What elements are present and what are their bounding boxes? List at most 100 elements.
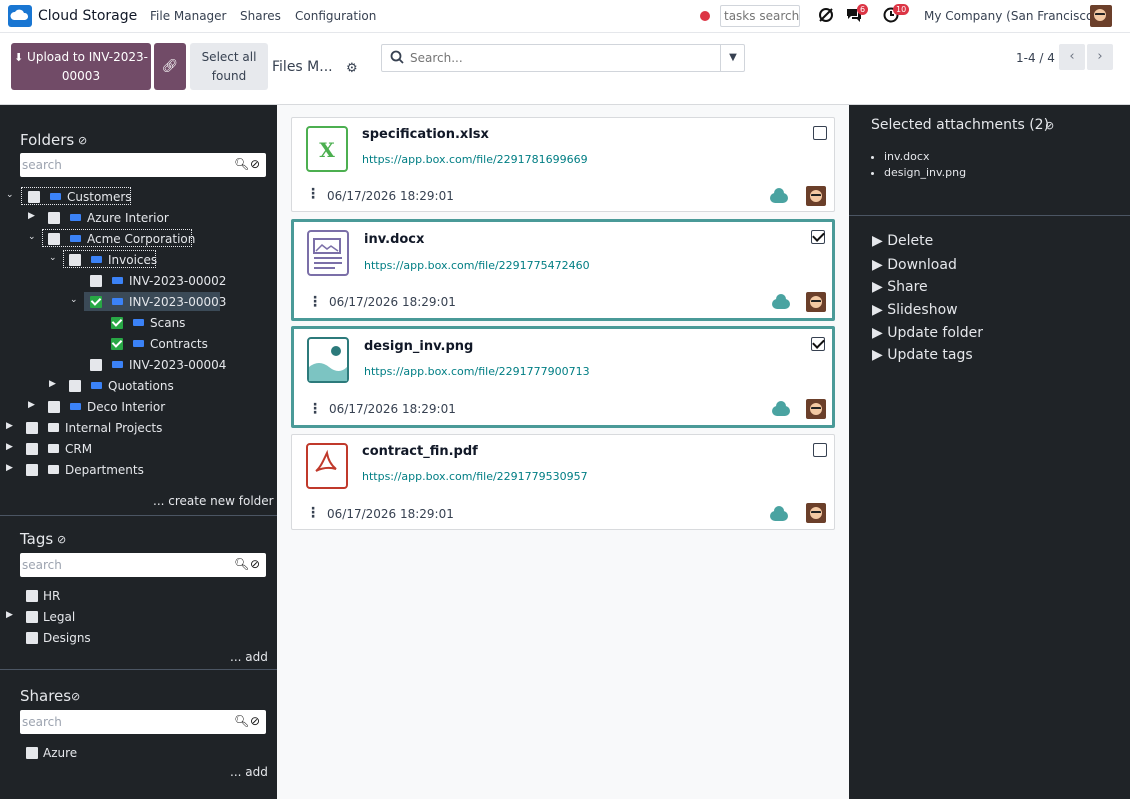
folders-clear-icon[interactable]: ⊘ [250, 157, 260, 171]
file-url[interactable]: https://app.box.com/file/2291775472460 [364, 259, 590, 272]
expand-icon[interactable]: ▶ [6, 463, 13, 473]
tree-item-deco-interior[interactable]: ▶ Deco Interior [28, 397, 168, 417]
customers-checkbox[interactable] [28, 191, 40, 203]
more-options-icon[interactable]: ⋮ [308, 294, 322, 310]
departments-checkbox[interactable] [26, 464, 38, 476]
tree-item-azure-interior[interactable]: ▶ Azure Interior [28, 208, 208, 228]
deco-interior-checkbox[interactable] [48, 401, 60, 413]
owner-avatar[interactable] [806, 186, 826, 206]
shares-search-icon[interactable]: 🔍︎ [234, 714, 249, 728]
selected-attachment-item[interactable]: inv.docx [884, 150, 966, 163]
file-select-checkbox[interactable] [813, 443, 827, 457]
share-item-azure[interactable]: Azure [6, 743, 106, 763]
action-slideshow[interactable]: ▶ Slideshow [872, 302, 958, 318]
hr-checkbox[interactable] [26, 590, 38, 602]
shares-add-link[interactable]: ... add [230, 765, 268, 779]
selected-attachment-item[interactable]: design_inv.png [884, 166, 966, 179]
more-options-icon[interactable]: ⋮ [306, 505, 320, 521]
expand-icon[interactable]: ▶ [49, 379, 56, 389]
file-name[interactable]: inv.docx [364, 232, 424, 247]
pager-next-button[interactable]: › [1087, 44, 1113, 70]
tree-item-invoices[interactable]: ⌄ Invoices [49, 250, 159, 270]
tasks-search-input[interactable] [720, 5, 800, 27]
file-card[interactable]: inv.docx https://app.box.com/file/229177… [291, 219, 835, 321]
expand-icon[interactable]: ▶ [6, 610, 13, 620]
more-options-icon[interactable]: ⋮ [308, 401, 322, 417]
tree-item-acme-corporation[interactable]: ⌄ Acme Corporation [28, 229, 198, 249]
legal-checkbox[interactable] [26, 611, 38, 623]
owner-avatar[interactable] [806, 399, 826, 419]
inv-2023-00002-checkbox[interactable] [90, 275, 102, 287]
inv-2023-00003-checkbox[interactable] [90, 296, 102, 308]
collapse-icon[interactable]: ⌄ [49, 253, 57, 263]
tag-item-hr[interactable]: HR [6, 586, 106, 606]
file-name[interactable]: design_inv.png [364, 339, 473, 354]
upload-button[interactable]: ⬇ Upload to INV-2023-00003 [11, 43, 151, 90]
tree-item-crm[interactable]: ▶ CRM [6, 439, 106, 459]
expand-icon[interactable]: ▶ [6, 421, 13, 431]
file-card[interactable]: X specification.xlsx https://app.box.com… [291, 117, 835, 212]
tag-item-designs[interactable]: Designs [6, 628, 106, 648]
shares-help-icon[interactable]: ⊘ [71, 690, 80, 703]
tags-search-icon[interactable]: 🔍︎ [234, 557, 249, 571]
owner-avatar[interactable] [806, 503, 826, 523]
selection-help-icon[interactable]: ⊘ [1045, 119, 1054, 132]
folders-search-icon[interactable]: 🔍︎ [234, 157, 249, 171]
action-download[interactable]: ▶ Download [872, 257, 957, 273]
bug-icon[interactable] [817, 6, 835, 24]
tree-item-internal-projects[interactable]: ▶ Internal Projects [6, 418, 166, 438]
internal-projects-checkbox[interactable] [26, 422, 38, 434]
tree-item-quotations[interactable]: ▶ Quotations [49, 376, 179, 396]
action-update-folder[interactable]: ▶ Update folder [872, 325, 983, 341]
create-folder-link[interactable]: ... create new folder [153, 494, 274, 508]
expand-icon[interactable]: ▶ [6, 442, 13, 452]
nav-shares[interactable]: Shares [240, 9, 281, 23]
company-switcher[interactable]: My Company (San Francisco) [924, 9, 1098, 23]
nav-configuration[interactable]: Configuration [295, 9, 376, 23]
file-name[interactable]: contract_fin.pdf [362, 444, 478, 459]
scans-checkbox[interactable] [111, 317, 123, 329]
user-avatar[interactable] [1090, 5, 1112, 27]
file-card[interactable]: contract_fin.pdf https://app.box.com/fil… [291, 434, 835, 530]
file-select-checkbox[interactable] [811, 337, 825, 351]
folders-help-icon[interactable]: ⊘ [78, 134, 87, 147]
search-toggle-button[interactable]: ▼ [720, 45, 745, 71]
expand-icon[interactable]: ▶ [28, 400, 35, 410]
folders-search-input[interactable] [22, 156, 222, 174]
file-url[interactable]: https://app.box.com/file/2291777900713 [364, 365, 590, 378]
expand-icon[interactable]: ▶ [28, 211, 35, 221]
tree-item-inv-2023-00002[interactable]: INV-2023-00002 [70, 271, 230, 291]
settings-gear-icon[interactable]: ⚙ [346, 61, 358, 76]
tags-search-input[interactable] [22, 556, 222, 574]
invoices-checkbox[interactable] [69, 254, 81, 266]
tree-item-scans[interactable]: Scans [91, 313, 191, 333]
action-share[interactable]: ▶ Share [872, 279, 928, 295]
link-button[interactable]: 🔗︎ [154, 43, 186, 90]
collapse-icon[interactable]: ⌄ [70, 295, 78, 305]
more-options-icon[interactable]: ⋮ [306, 186, 320, 202]
tree-item-departments[interactable]: ▶ Departments [6, 460, 146, 480]
select-all-button[interactable]: Select all found [190, 43, 268, 90]
designs-checkbox[interactable] [26, 632, 38, 644]
action-update-tags[interactable]: ▶ Update tags [872, 347, 973, 363]
tags-add-link[interactable]: ... add [230, 650, 268, 664]
file-url[interactable]: https://app.box.com/file/2291781699669 [362, 153, 588, 166]
shares-search-input[interactable] [22, 713, 222, 731]
file-name[interactable]: specification.xlsx [362, 127, 489, 142]
contracts-checkbox[interactable] [111, 338, 123, 350]
file-select-checkbox[interactable] [811, 230, 825, 244]
tree-item-inv-2023-00004[interactable]: INV-2023-00004 [70, 355, 230, 375]
cloud-storage-logo-icon[interactable] [8, 5, 32, 27]
file-url[interactable]: https://app.box.com/file/2291779530957 [362, 470, 588, 483]
nav-file-manager[interactable]: File Manager [150, 9, 227, 23]
file-card[interactable]: design_inv.png https://app.box.com/file/… [291, 326, 835, 428]
file-select-checkbox[interactable] [813, 126, 827, 140]
app-name[interactable]: Cloud Storage [38, 8, 137, 24]
quotations-checkbox[interactable] [69, 380, 81, 392]
collapse-icon[interactable]: ⌄ [28, 232, 36, 242]
search-input[interactable] [410, 49, 710, 67]
acme-corporation-checkbox[interactable] [48, 233, 60, 245]
action-delete[interactable]: ▶ Delete [872, 233, 933, 249]
shares-clear-icon[interactable]: ⊘ [250, 714, 260, 728]
pager-value[interactable]: 1-4 / 4 [1016, 51, 1055, 65]
